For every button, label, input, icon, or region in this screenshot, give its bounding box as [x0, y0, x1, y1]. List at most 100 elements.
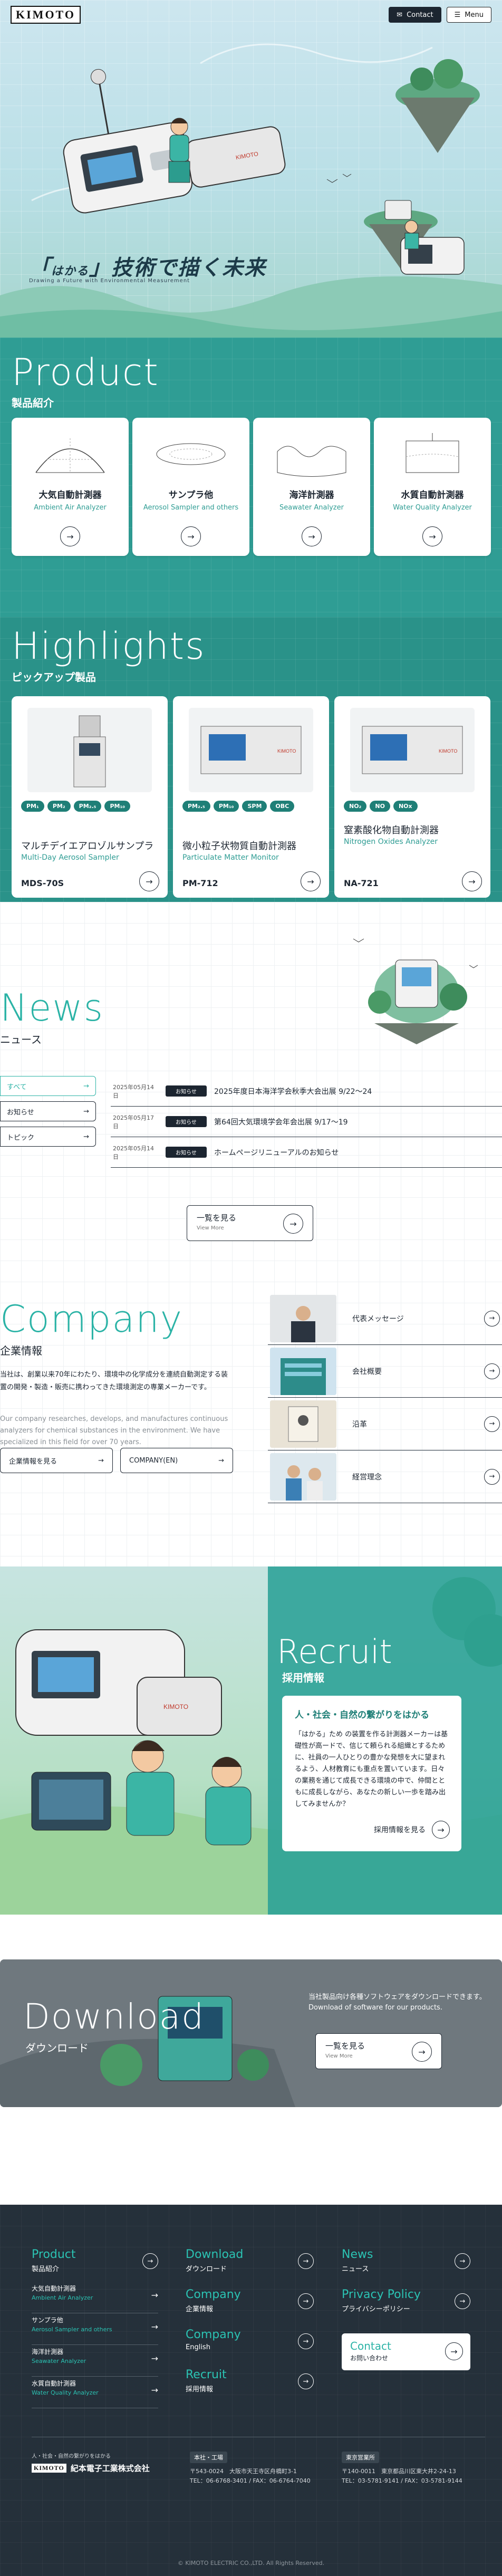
svg-text:KIMOTO: KIMOTO: [277, 748, 296, 754]
footer-contact-button[interactable]: Contact お問い合わせ →: [342, 2333, 470, 2370]
arrow-right-icon: →: [142, 2253, 158, 2269]
arrow-right-icon[interactable]: →: [462, 871, 482, 891]
tag: NOx: [393, 801, 418, 812]
sub-jp: 海洋計測器: [32, 2348, 64, 2356]
footer-product-link[interactable]: Product 製品紹介: [32, 2248, 76, 2273]
recruit-body: 「はかる」ため の装置を作る計測器メーカーは基礎性が高ードで、信じて頼られる組織…: [295, 1731, 448, 1808]
footer-privacy-link[interactable]: Privacy Policy プライバシーポリシー: [342, 2288, 421, 2313]
highlight-card-pm[interactable]: KIMOTO PM₂.₅ PM₁₀ SPM OBC 微小粒子状物質自動計測器 P…: [173, 696, 329, 898]
company-row-philosophy[interactable]: 経営理念 →: [268, 1450, 502, 1503]
tag: PM₂: [47, 801, 71, 812]
building-photo: [270, 1347, 336, 1395]
highlight-model: MDS-70S: [21, 878, 64, 888]
tokyo-address: 〒140-0011 東京都品川区東大井2-24-13: [342, 2468, 456, 2475]
download-view-more-button[interactable]: 一覧を見る View More →: [315, 2033, 442, 2069]
highlight-card-mds[interactable]: PM₁ PM₂ PM₂.₅ PM₁₀ マルチデイエアロゾルサンプラ Multi-…: [12, 696, 168, 898]
footer-link-en: Product: [32, 2248, 76, 2261]
filter-all[interactable]: すべて →: [0, 1076, 96, 1096]
arrow-right-icon: →: [83, 1082, 89, 1090]
highlight-en: Multi-Day Aerosol Sampler: [21, 853, 119, 862]
arrow-right-icon[interactable]: →: [181, 526, 201, 546]
menu-button[interactable]: ☰ Menu: [446, 7, 491, 23]
news-title-jp: ニュース: [0, 1033, 42, 1046]
company-description-en: Our company researches, develops, and ma…: [0, 1415, 228, 1446]
arrow-right-icon: →: [432, 1821, 450, 1839]
product-image: KIMOTO: [189, 708, 313, 792]
recruit-title-jp: 採用情報: [282, 1671, 324, 1684]
footer-sub-link[interactable]: 海洋計測器 Seawater Analyzer →: [32, 2347, 158, 2377]
arrow-right-icon: →: [455, 2293, 470, 2309]
product-card-ambient-air[interactable]: 大気自動計測器 Ambient Air Analyzer →: [12, 418, 129, 556]
news-row[interactable]: 2025年05月14日 お知らせ ホームページリニューアルのお知らせ: [111, 1137, 502, 1168]
footer-english-link[interactable]: Company English: [186, 2328, 241, 2351]
hero-section: KIMOTO KIMOTO ✉ Contact ☰ Menu 「はかる」技術で描…: [0, 0, 502, 338]
news-title: ホームページリニューアルのお知らせ: [214, 1148, 339, 1157]
arrow-right-icon[interactable]: →: [301, 871, 321, 891]
footer-sub-link[interactable]: サンプラ他 Aerosol Sampler and others →: [32, 2315, 158, 2345]
company-info-button[interactable]: 企業情報を見る →: [0, 1448, 113, 1473]
news-category: お知らせ: [166, 1147, 207, 1158]
tag: NO₂: [344, 801, 367, 812]
button-label: COMPANY(EN): [129, 1456, 178, 1465]
tag: SPM: [242, 801, 267, 812]
product-card-water-quality[interactable]: 水質自動計測器 Water Quality Analyzer →: [374, 418, 491, 556]
footer-sub-link[interactable]: 大気自動計測器 Ambient Air Analyzer →: [32, 2284, 158, 2313]
hamburger-icon: ☰: [454, 11, 461, 19]
news-row[interactable]: 2025年05月14日 お知らせ 2025年度日本海洋学会秋季大会出展 9/22…: [111, 1076, 502, 1107]
footer-sub-link[interactable]: 水質自動計測器 Water Quality Analyzer →: [32, 2379, 158, 2408]
news-date: 2025年05月14日: [113, 1145, 154, 1160]
company-row-message[interactable]: 代表メッセージ →: [268, 1292, 502, 1345]
site-footer: Product 製品紹介 → 大気自動計測器 Ambient Air Analyz…: [0, 2205, 502, 2576]
product-card-en: Aerosol Sampler and others: [143, 504, 239, 512]
footer-download-link[interactable]: Download ダウンロード: [186, 2248, 243, 2273]
arrow-right-icon: →: [484, 1310, 500, 1327]
kimoto-logo[interactable]: KIMOTO: [11, 6, 81, 24]
tag-list: PM₂.₅ PM₁₀ SPM OBC: [182, 801, 325, 812]
arrow-right-icon: →: [83, 1107, 89, 1116]
recruit-headline: 人・社会・自然の繋がりをはかる: [295, 1710, 429, 1720]
footer-news-link[interactable]: News ニュース: [342, 2248, 373, 2273]
news-view-more-button[interactable]: 一覧を見る View More →: [187, 1205, 313, 1241]
footer-company-tag: 人・社会・自然の繋がりをはかる: [32, 2454, 111, 2459]
contact-button[interactable]: ✉ Contact: [389, 7, 441, 23]
arrow-right-icon[interactable]: →: [422, 526, 442, 546]
arrow-right-icon: →: [298, 2333, 314, 2349]
hq-tel: TEL：06-6768-3401 / FAX：06-6764-7040: [190, 2477, 311, 2484]
arrow-right-icon[interactable]: →: [60, 526, 80, 546]
product-image: KIMOTO: [350, 708, 475, 792]
tag: OBC: [270, 801, 295, 812]
footer-recruit-link[interactable]: Recruit 採用情報: [186, 2368, 227, 2394]
company-row-label: 経営理念: [352, 1473, 382, 1482]
product-card-en: Ambient Air Analyzer: [34, 504, 107, 512]
filter-label: すべて: [7, 1083, 27, 1091]
news-illustration: [353, 938, 478, 1044]
hq-label: 本社・工場: [190, 2452, 227, 2463]
ambient-air-icon: [35, 438, 105, 473]
footer-link-jp: 企業情報: [186, 2305, 214, 2313]
sub-en: Ambient Air Analyzer: [32, 2294, 93, 2301]
filter-topic[interactable]: トピック →: [0, 1127, 96, 1147]
company-row-history[interactable]: 沿革 →: [268, 1398, 502, 1450]
filter-notice[interactable]: お知らせ →: [0, 1101, 96, 1121]
highlight-card-na[interactable]: KIMOTO NO₂ NO NOx 窒素酸化物自動計測器 Nitrogen Ox…: [334, 696, 490, 898]
product-card-seawater[interactable]: 海洋計測器 Seawater Analyzer →: [253, 418, 370, 556]
water-quality-icon: [406, 433, 459, 473]
product-card-jp: 大気自動計測器: [38, 490, 102, 501]
sub-jp: サンプラ他: [32, 2317, 63, 2324]
footer-company-link[interactable]: Company 企業情報: [186, 2288, 241, 2313]
product-card-sampler[interactable]: サンプラ他 Aerosol Sampler and others →: [132, 418, 249, 556]
sub-en: Seawater Analyzer: [32, 2358, 86, 2364]
hero-tagline-en: Drawing a Future with Environmental Meas…: [29, 278, 190, 284]
product-card-en: Seawater Analyzer: [279, 504, 344, 512]
highlights-title-en: Highlights: [12, 624, 206, 668]
news-row[interactable]: 2025年05月17日 お知らせ 第64回大気環境学会年会出展 9/17～19: [111, 1107, 502, 1137]
arrow-right-icon[interactable]: →: [139, 871, 159, 891]
recruit-link[interactable]: 採用情報を見る →: [374, 1821, 450, 1839]
highlight-model: PM-712: [182, 878, 218, 888]
product-card-jp: 海洋計測器: [289, 490, 334, 501]
arrow-right-icon[interactable]: →: [302, 526, 322, 546]
company-row-overview[interactable]: 会社概要 →: [268, 1345, 502, 1398]
highlight-model: NA-721: [344, 878, 379, 888]
footer-link-en: Download: [186, 2248, 244, 2261]
company-en-button[interactable]: COMPANY(EN) →: [120, 1448, 233, 1473]
